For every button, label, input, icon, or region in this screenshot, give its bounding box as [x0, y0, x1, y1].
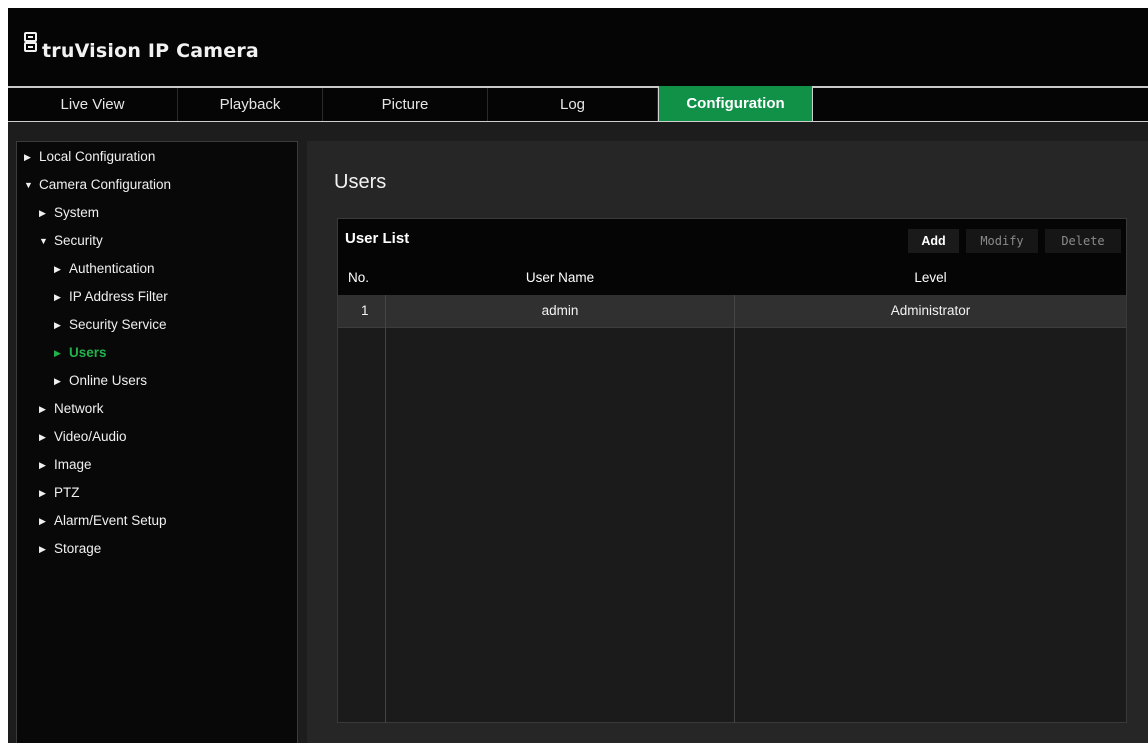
triangle-right-icon: ▶ [54, 348, 61, 358]
sidebar-item-image[interactable]: ▶ Image [39, 454, 92, 476]
triangle-right-icon: ▶ [54, 376, 61, 386]
triangle-right-icon: ▶ [54, 292, 61, 302]
nav-divider [8, 121, 1148, 122]
sidebar-item-label: Security Service [69, 317, 167, 332]
column-divider [385, 295, 386, 723]
tab-picture[interactable]: Picture [323, 88, 488, 121]
sidebar-item-label: System [54, 205, 100, 220]
header-bar: truVision IP Camera [8, 8, 1148, 86]
modify-button[interactable]: Modify [966, 229, 1038, 253]
triangle-right-icon: ▶ [39, 404, 46, 414]
tab-configuration[interactable]: Configuration [658, 86, 813, 121]
column-header-level[interactable]: Level [735, 267, 1126, 289]
triangle-down-icon: ▼ [24, 180, 33, 190]
brand-logo: truVision IP Camera [23, 28, 259, 62]
sidebar-item-storage[interactable]: ▶ Storage [39, 538, 101, 560]
sidebar-item-ip-address-filter[interactable]: ▶ IP Address Filter [54, 286, 168, 308]
cell-level: Administrator [890, 303, 971, 318]
sidebar-item-security-service[interactable]: ▶ Security Service [54, 314, 167, 336]
tab-live-view[interactable]: Live View [8, 88, 178, 121]
table-row[interactable]: 1 admin Administrator [338, 295, 1126, 328]
tab-log[interactable]: Log [488, 88, 658, 121]
sidebar-item-network[interactable]: ▶ Network [39, 398, 104, 420]
sidebar-item-label: Network [54, 401, 104, 416]
sidebar-item-label: IP Address Filter [69, 289, 168, 304]
delete-button[interactable]: Delete [1045, 229, 1121, 253]
sidebar-item-label: Security [54, 233, 103, 248]
sidebar-item-label: Video/Audio [54, 429, 127, 444]
triangle-right-icon: ▶ [39, 432, 46, 442]
sidebar-item-label: Camera Configuration [39, 177, 172, 192]
app-window: truVision IP Camera Live View Playback P… [8, 8, 1148, 743]
main-content: Users User List Add Modify Delete No. Us… [307, 141, 1148, 743]
triangle-right-icon: ▶ [39, 488, 46, 498]
cell-user-name: admin [541, 303, 579, 318]
triangle-right-icon: ▶ [39, 544, 46, 554]
sidebar-item-users[interactable]: ▶ Users [54, 342, 107, 364]
sidebar-item-alarm-event-setup[interactable]: ▶ Alarm/Event Setup [39, 510, 167, 532]
main-nav: Live View Playback Picture Log Configura… [8, 86, 1148, 122]
sidebar-item-authentication[interactable]: ▶ Authentication [54, 258, 155, 280]
page-title: Users [334, 171, 387, 193]
triangle-right-icon: ▶ [39, 208, 46, 218]
sidebar-item-local-configuration[interactable]: ▶ Local Configuration [24, 146, 155, 168]
user-list-panel: User List Add Modify Delete No. User Nam… [337, 218, 1127, 723]
sidebar-item-ptz[interactable]: ▶ PTZ [39, 482, 80, 504]
camera-logo-icon [24, 32, 37, 52]
add-button[interactable]: Add [908, 229, 959, 253]
sidebar-item-label: Online Users [69, 373, 148, 388]
sidebar-item-online-users[interactable]: ▶ Online Users [54, 370, 147, 392]
triangle-right-icon: ▶ [24, 152, 31, 162]
sidebar-item-camera-configuration[interactable]: ▼ Camera Configuration [24, 174, 171, 196]
sidebar-item-label: Local Configuration [39, 149, 156, 164]
tab-playback[interactable]: Playback [178, 88, 323, 121]
sidebar-item-label: Users [69, 345, 107, 360]
column-header-user-name[interactable]: User Name [386, 267, 734, 289]
app-title: truVision IP Camera [42, 40, 259, 62]
triangle-right-icon: ▶ [39, 516, 46, 526]
sidebar-item-label: Storage [54, 541, 102, 556]
panel-header: User List Add Modify Delete No. User Nam… [338, 219, 1126, 295]
panel-title: User List [345, 230, 410, 247]
sidebar-item-label: Image [54, 457, 92, 472]
sidebar-item-system[interactable]: ▶ System [39, 202, 99, 224]
triangle-right-icon: ▶ [54, 264, 61, 274]
triangle-down-icon: ▼ [39, 236, 48, 246]
triangle-right-icon: ▶ [39, 460, 46, 470]
triangle-right-icon: ▶ [54, 320, 61, 330]
sidebar-item-label: PTZ [54, 485, 80, 500]
sidebar-item-security[interactable]: ▼ Security [39, 230, 103, 252]
sidebar-item-label: Authentication [69, 261, 155, 276]
sidebar-item-video-audio[interactable]: ▶ Video/Audio [39, 426, 127, 448]
column-divider [734, 295, 735, 723]
cell-no: 1 [361, 303, 369, 318]
column-header-no[interactable]: No. [348, 267, 369, 289]
sidebar-item-label: Alarm/Event Setup [54, 513, 167, 528]
config-sidebar: ▶ Local Configuration ▼ Camera Configura… [16, 141, 298, 743]
